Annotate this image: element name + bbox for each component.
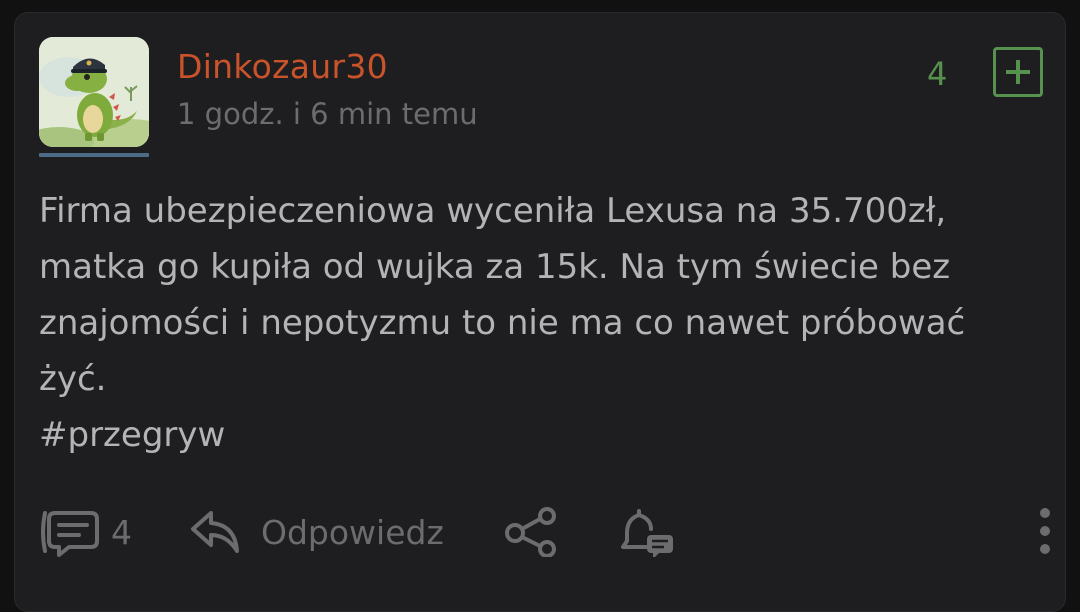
post-body-line: Firma ubezpieczeniowa wyceniła Lexusa na… [39,191,947,231]
user-avatar[interactable] [39,37,149,147]
vote-count: 4 [927,55,948,93]
notify-button[interactable] [619,507,679,557]
comments-count: 4 [111,512,132,552]
author-name[interactable]: Dinkozaur30 [177,47,388,86]
share-button[interactable] [503,507,559,557]
share-icon [505,507,556,557]
post-body-line: żyć. [39,359,107,399]
reply-label: Odpowiedz [261,512,444,552]
notify-icon [621,509,673,557]
post-body-line: znajomości i nepotyzmu to nie ma co nawe… [39,303,966,343]
post-timestamp[interactable]: 1 godz. i 6 min temu [177,97,478,131]
comments-icon [41,511,99,557]
post-body: Firma ubezpieczeniowa wyceniła Lexusa na… [39,183,1049,463]
hashtag-link[interactable]: #przegryw [39,407,1049,463]
post-body-line: matka go kupiła od wujka za 15k. Na tym … [39,247,951,287]
upvote-plus-button[interactable] [993,47,1043,97]
post-card: Dinkozaur30 1 godz. i 6 min temu 4 Firma… [14,12,1066,612]
dinosaur-avatar-image [39,37,149,147]
comments-button[interactable]: 4 [37,507,147,557]
more-options-button[interactable] [1037,507,1053,557]
reply-icon [191,511,239,553]
avatar-underline [39,153,149,157]
reply-button[interactable]: Odpowiedz [189,507,444,557]
more-icon [1040,508,1050,554]
post-actions-bar: 4 Odpowiedz [37,507,1057,557]
